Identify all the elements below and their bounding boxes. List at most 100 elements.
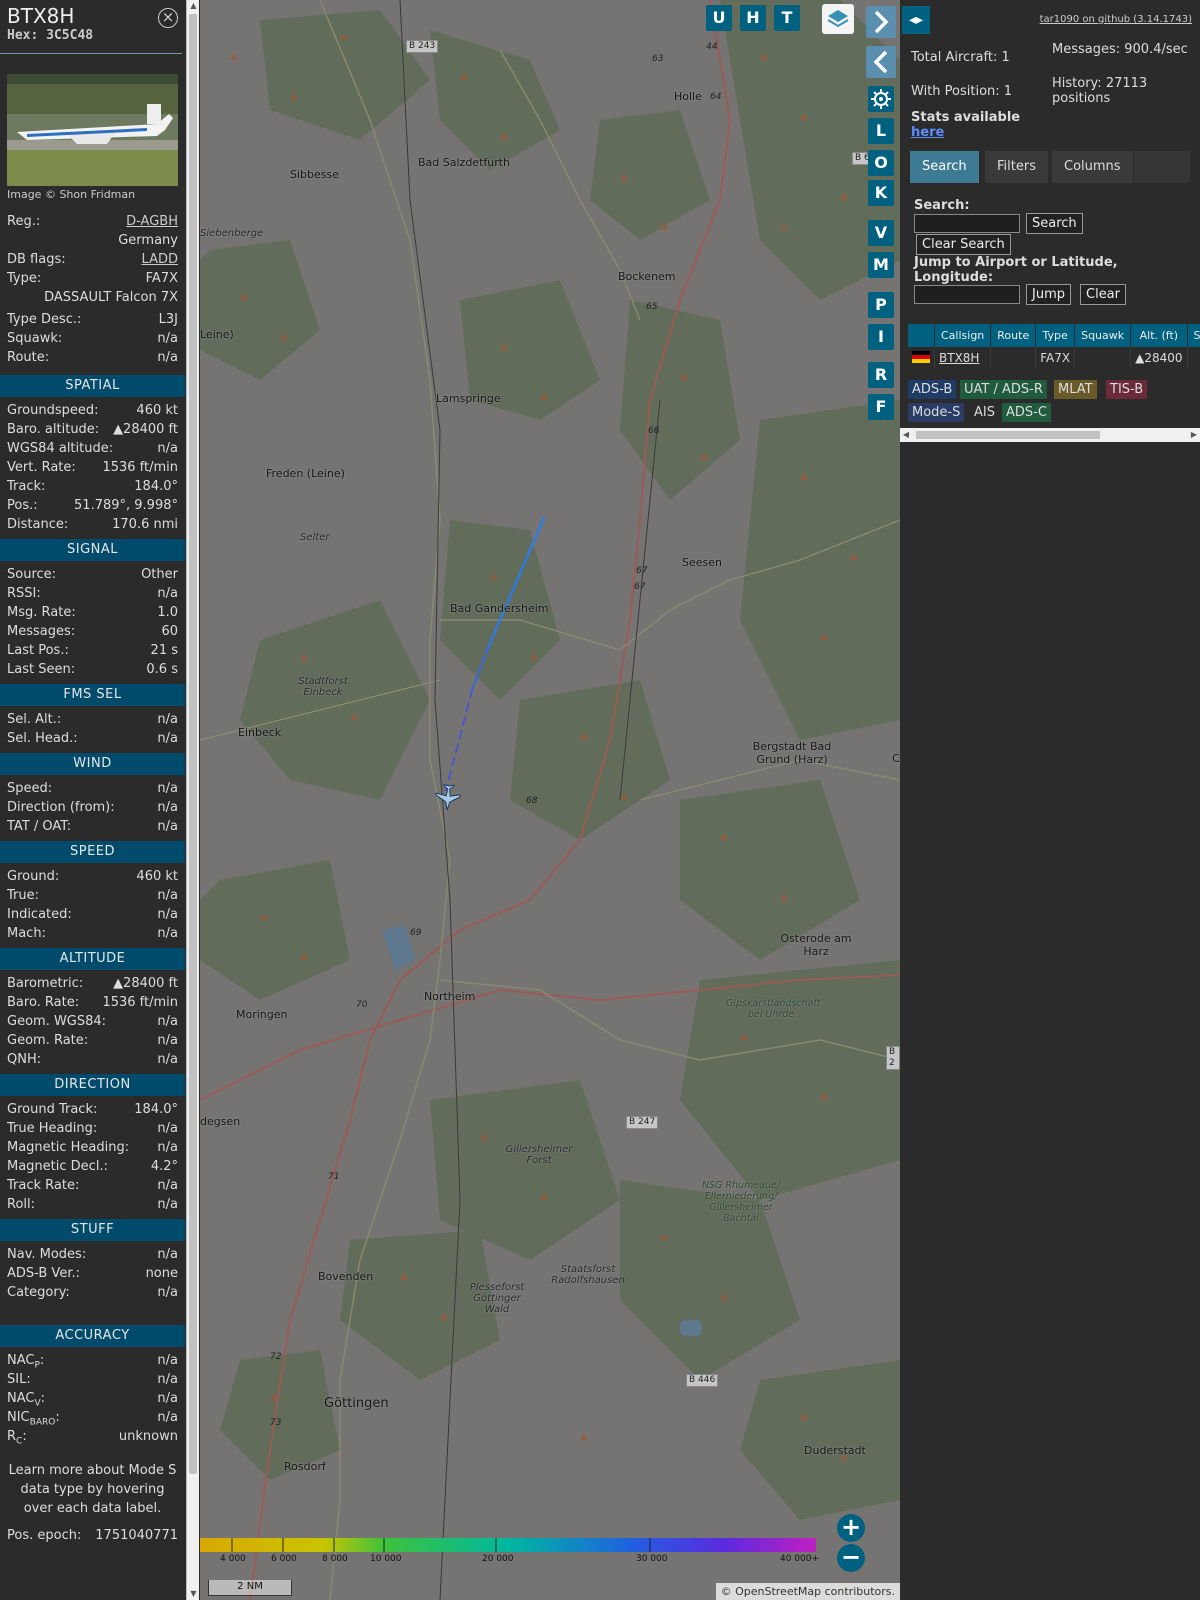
- sidebar-scrollbar[interactable]: ▲ ▼: [186, 0, 199, 1600]
- info-key[interactable]: Last Seen:: [7, 660, 75, 679]
- map-button-f[interactable]: F: [868, 394, 894, 420]
- section-title-wind[interactable]: WIND: [0, 753, 185, 775]
- section-title-fms[interactable]: FMS SEL: [0, 684, 185, 706]
- info-key[interactable]: Magnetic Decl.:: [7, 1157, 108, 1176]
- info-key[interactable]: Messages:: [7, 622, 75, 641]
- jump-button[interactable]: Jump: [1026, 284, 1071, 305]
- scrollbar-thumb[interactable]: [916, 431, 1100, 439]
- layers-icon[interactable]: [822, 4, 854, 34]
- map-button-i[interactable]: I: [868, 324, 894, 350]
- map-button-o[interactable]: O: [868, 150, 894, 176]
- scrollbar-thumb[interactable]: [189, 14, 197, 1474]
- col-header-flag[interactable]: [908, 324, 935, 347]
- info-key[interactable]: RC:: [7, 1427, 27, 1452]
- info-key[interactable]: Ground:: [7, 867, 59, 886]
- row-callsign[interactable]: BTX8H: [934, 347, 992, 368]
- info-key[interactable]: ADS-B Ver.:: [7, 1264, 80, 1283]
- map-button-t[interactable]: T: [774, 5, 800, 31]
- table-horizontal-scrollbar[interactable]: ◀ ▶: [900, 428, 1200, 442]
- col-header-spd[interactable]: Spd: [1187, 324, 1200, 347]
- col-header-type[interactable]: Type: [1035, 324, 1076, 347]
- info-key[interactable]: Groundspeed:: [7, 401, 98, 420]
- section-title-spatial[interactable]: SPATIAL: [0, 375, 185, 397]
- gear-icon[interactable]: [868, 86, 894, 112]
- map-button-h[interactable]: H: [740, 5, 766, 31]
- clear-search-button[interactable]: Clear Search: [916, 234, 1011, 255]
- close-icon[interactable]: ×: [158, 8, 178, 28]
- section-title-altitude[interactable]: ALTITUDE: [0, 948, 185, 970]
- info-key[interactable]: Barometric:: [7, 974, 83, 993]
- info-key[interactable]: Ground Track:: [7, 1100, 97, 1119]
- col-header-route[interactable]: Route: [990, 324, 1037, 347]
- section-title-speed[interactable]: SPEED: [0, 841, 185, 863]
- section-title-signal[interactable]: SIGNAL: [0, 539, 185, 561]
- info-key[interactable]: Baro. Rate:: [7, 993, 79, 1012]
- map-button-p[interactable]: P: [868, 292, 894, 318]
- info-key[interactable]: Indicated:: [7, 905, 72, 924]
- expand-arrows-icon[interactable]: ◂▸: [902, 6, 930, 34]
- scroll-down-icon[interactable]: ▼: [187, 1588, 200, 1600]
- scroll-up-icon[interactable]: ▲: [187, 0, 200, 12]
- info-key[interactable]: True Heading:: [7, 1119, 97, 1138]
- registration-link[interactable]: D-AGBH: [126, 212, 178, 231]
- info-key[interactable]: Track Rate:: [7, 1176, 79, 1195]
- info-key[interactable]: True:: [7, 886, 39, 905]
- col-header-callsign[interactable]: Callsign: [934, 324, 992, 347]
- chevron-left-icon[interactable]: [866, 46, 896, 78]
- info-key[interactable]: Last Pos.:: [7, 641, 69, 660]
- info-key[interactable]: WGS84 altitude:: [7, 439, 113, 458]
- search-button[interactable]: Search: [1026, 213, 1083, 234]
- map-attribution[interactable]: © OpenStreetMap contributors.: [715, 1583, 900, 1600]
- info-key[interactable]: Sel. Head.:: [7, 729, 78, 748]
- dbflags-link[interactable]: LADD: [142, 250, 178, 269]
- stats-link[interactable]: here: [911, 125, 944, 140]
- info-key[interactable]: Source:: [7, 565, 56, 584]
- info-key[interactable]: Nav. Modes:: [7, 1245, 86, 1264]
- info-key[interactable]: Pos. epoch:: [7, 1526, 81, 1545]
- map-button-m[interactable]: M: [868, 252, 894, 278]
- clear-button[interactable]: Clear: [1080, 284, 1126, 305]
- info-key[interactable]: Pos.:: [7, 496, 38, 515]
- scroll-right-icon[interactable]: ▶: [1188, 428, 1200, 442]
- col-header-squawk[interactable]: Squawk: [1074, 324, 1132, 347]
- info-key[interactable]: QNH:: [7, 1050, 41, 1069]
- info-key[interactable]: Roll:: [7, 1195, 35, 1214]
- info-key[interactable]: Category:: [7, 1283, 70, 1302]
- col-header-alt[interactable]: Alt. (ft): [1130, 324, 1188, 347]
- map-view[interactable]: Holle Bad Salzdetfurth Sibbesse Siebenbe…: [200, 0, 900, 1600]
- info-key[interactable]: Sel. Alt.:: [7, 710, 61, 729]
- section-title-stuff[interactable]: STUFF: [0, 1219, 185, 1241]
- map-button-r[interactable]: R: [868, 362, 894, 388]
- info-key[interactable]: Baro. altitude:: [7, 420, 99, 439]
- scroll-left-icon[interactable]: ◀: [900, 428, 912, 442]
- info-key[interactable]: TAT / OAT:: [7, 817, 71, 836]
- tab-filters[interactable]: Filters: [985, 151, 1048, 183]
- map-button-v[interactable]: V: [868, 220, 894, 246]
- tab-search[interactable]: Search: [910, 151, 979, 183]
- map-button-u[interactable]: U: [706, 5, 732, 31]
- info-key[interactable]: Vert. Rate:: [7, 458, 76, 477]
- info-key[interactable]: RSSI:: [7, 584, 41, 603]
- section-title-accuracy[interactable]: ACCURACY: [0, 1325, 185, 1347]
- info-key[interactable]: Speed:: [7, 779, 52, 798]
- info-key[interactable]: Mach:: [7, 924, 46, 943]
- info-key[interactable]: Distance:: [7, 515, 68, 534]
- aircraft-photo[interactable]: [7, 74, 178, 186]
- zoom-out-button[interactable]: −: [837, 1544, 865, 1572]
- tab-extra[interactable]: [1134, 151, 1190, 183]
- section-title-direction[interactable]: DIRECTION: [0, 1074, 185, 1096]
- chevron-right-icon[interactable]: [866, 6, 896, 38]
- map-button-k[interactable]: K: [868, 180, 894, 206]
- search-input[interactable]: [914, 214, 1020, 233]
- info-key[interactable]: Magnetic Heading:: [7, 1138, 129, 1157]
- jump-input[interactable]: [914, 285, 1020, 304]
- info-key[interactable]: Geom. WGS84:: [7, 1012, 106, 1031]
- table-row[interactable]: BTX8H FA7X ▲28400: [908, 347, 1200, 368]
- zoom-in-button[interactable]: +: [837, 1514, 865, 1542]
- info-key[interactable]: Track:: [7, 477, 45, 496]
- map-button-l[interactable]: L: [868, 118, 894, 144]
- info-key[interactable]: Msg. Rate:: [7, 603, 76, 622]
- github-link[interactable]: tar1090 on github (3.14.1743): [1040, 14, 1192, 25]
- info-key[interactable]: Geom. Rate:: [7, 1031, 88, 1050]
- info-key[interactable]: Direction (from):: [7, 798, 115, 817]
